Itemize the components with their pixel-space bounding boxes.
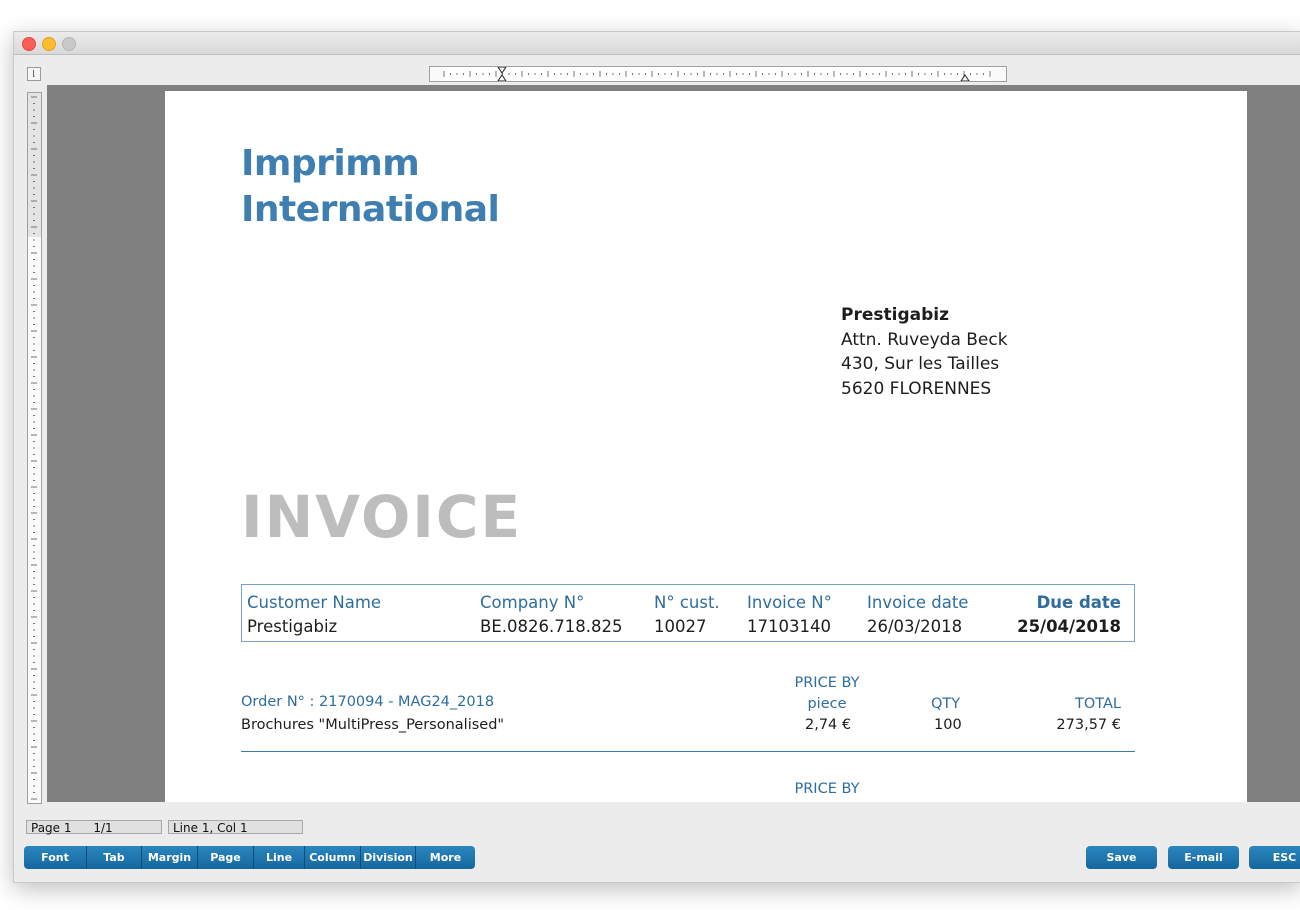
recipient-address: Prestigabiz Attn. Ruveyda Beck 430, Sur … bbox=[841, 303, 1008, 401]
document-workspace[interactable]: Imprimm International Prestigabiz Attn. … bbox=[47, 85, 1300, 802]
price-header-line1: PRICE BY bbox=[794, 675, 860, 691]
font-button[interactable]: Font bbox=[24, 846, 87, 869]
invoice-no-label: Invoice N° bbox=[747, 593, 832, 612]
editor-window: ⌊ Imprimm International Prestigabiz Attn… bbox=[13, 31, 1300, 883]
division-button[interactable]: Division bbox=[361, 846, 416, 869]
due-date-label: Due date bbox=[1036, 593, 1121, 612]
title-bar bbox=[14, 32, 1300, 55]
order-line-2: PRICE BY bbox=[241, 780, 1135, 802]
esc-button[interactable]: ESC bbox=[1249, 846, 1300, 869]
order-price: 2,74 € bbox=[805, 717, 852, 733]
cursor-position: Line 1, Col 1 bbox=[168, 820, 303, 835]
status-bar: Page 1 1/1 Line 1, Col 1 bbox=[14, 818, 1300, 836]
order-separator bbox=[241, 751, 1135, 752]
due-date-value: 25/04/2018 bbox=[1017, 617, 1121, 636]
customer-name-value: Prestigabiz bbox=[247, 617, 338, 636]
invoice-title: INVOICE bbox=[241, 483, 523, 551]
customer-name-column: Customer Name Prestigabiz bbox=[247, 591, 381, 639]
invoice-date-label: Invoice date bbox=[867, 593, 969, 612]
page-button[interactable]: Page bbox=[198, 846, 254, 869]
page-count: 1/1 bbox=[93, 821, 113, 835]
column-button[interactable]: Column bbox=[305, 846, 361, 869]
recipient-name: Prestigabiz bbox=[841, 305, 949, 325]
price-header-2: PRICE BY bbox=[794, 781, 860, 797]
company-no-column: Company N° BE.0826.718.825 bbox=[480, 591, 622, 639]
ruler-ticks-vertical bbox=[31, 96, 37, 800]
invoice-no-column: Invoice N° 17103140 bbox=[747, 591, 832, 639]
minimize-window-button[interactable] bbox=[42, 37, 56, 51]
customer-name-label: Customer Name bbox=[247, 593, 382, 612]
zoom-window-button[interactable] bbox=[62, 37, 76, 51]
tab-stop-selector[interactable]: ⌊ bbox=[27, 67, 41, 81]
order-number: Order N° : 2170094 - MAG24_2018 bbox=[241, 694, 495, 710]
tab-button[interactable]: Tab bbox=[87, 846, 142, 869]
recipient-city: 5620 FLORENNES bbox=[841, 378, 992, 399]
close-window-button[interactable] bbox=[22, 37, 36, 51]
invoice-info-box: Customer Name Prestigabiz Company N° BE.… bbox=[241, 584, 1135, 642]
right-indent-marker bbox=[960, 74, 970, 81]
horizontal-ruler[interactable] bbox=[429, 66, 1007, 82]
ruler-ticks bbox=[443, 67, 991, 81]
company-name: Imprimm International bbox=[241, 141, 500, 233]
document-page[interactable]: Imprimm International Prestigabiz Attn. … bbox=[165, 91, 1247, 802]
page-label: Page 1 bbox=[31, 821, 72, 835]
cust-no-value: 10027 bbox=[654, 617, 707, 636]
line-button[interactable]: Line bbox=[254, 846, 305, 869]
cust-no-column: N° cust. 10027 bbox=[654, 591, 720, 639]
invoice-date-column: Invoice date 26/03/2018 bbox=[867, 591, 968, 639]
company-name-line2: International bbox=[241, 189, 500, 230]
left-indent-marker bbox=[497, 67, 507, 81]
invoice-date-value: 26/03/2018 bbox=[867, 617, 963, 636]
price-header: PRICE BY piece bbox=[789, 673, 865, 715]
qty-header: QTY bbox=[931, 696, 961, 712]
company-no-label: Company N° bbox=[480, 593, 585, 612]
company-no-value: BE.0826.718.825 bbox=[480, 617, 623, 636]
more-button[interactable]: More bbox=[416, 846, 475, 869]
due-date-column: Due date 25/04/2018 bbox=[1017, 591, 1121, 639]
recipient-street: 430, Sur les Tailles bbox=[841, 354, 1000, 374]
page-indicator: Page 1 1/1 bbox=[26, 820, 162, 835]
margin-button[interactable]: Margin bbox=[142, 846, 198, 869]
total-header: TOTAL bbox=[1075, 696, 1121, 712]
order-line-1: Order N° : 2170094 - MAG24_2018 Brochure… bbox=[241, 674, 1135, 754]
recipient-attn: Attn. Ruveyda Beck bbox=[841, 329, 1008, 350]
price-header-line2: piece bbox=[807, 696, 847, 712]
save-button[interactable]: Save bbox=[1086, 846, 1157, 869]
cust-no-label: N° cust. bbox=[654, 593, 720, 612]
order-qty: 100 bbox=[934, 717, 962, 733]
order-total: 273,57 € bbox=[1056, 717, 1121, 733]
invoice-no-value: 17103140 bbox=[747, 617, 831, 636]
order-description: Brochures "MultiPress_Personalised" bbox=[241, 717, 505, 733]
email-button[interactable]: E-mail bbox=[1168, 846, 1239, 869]
vertical-ruler[interactable] bbox=[27, 92, 42, 804]
company-name-line1: Imprimm bbox=[241, 143, 420, 184]
